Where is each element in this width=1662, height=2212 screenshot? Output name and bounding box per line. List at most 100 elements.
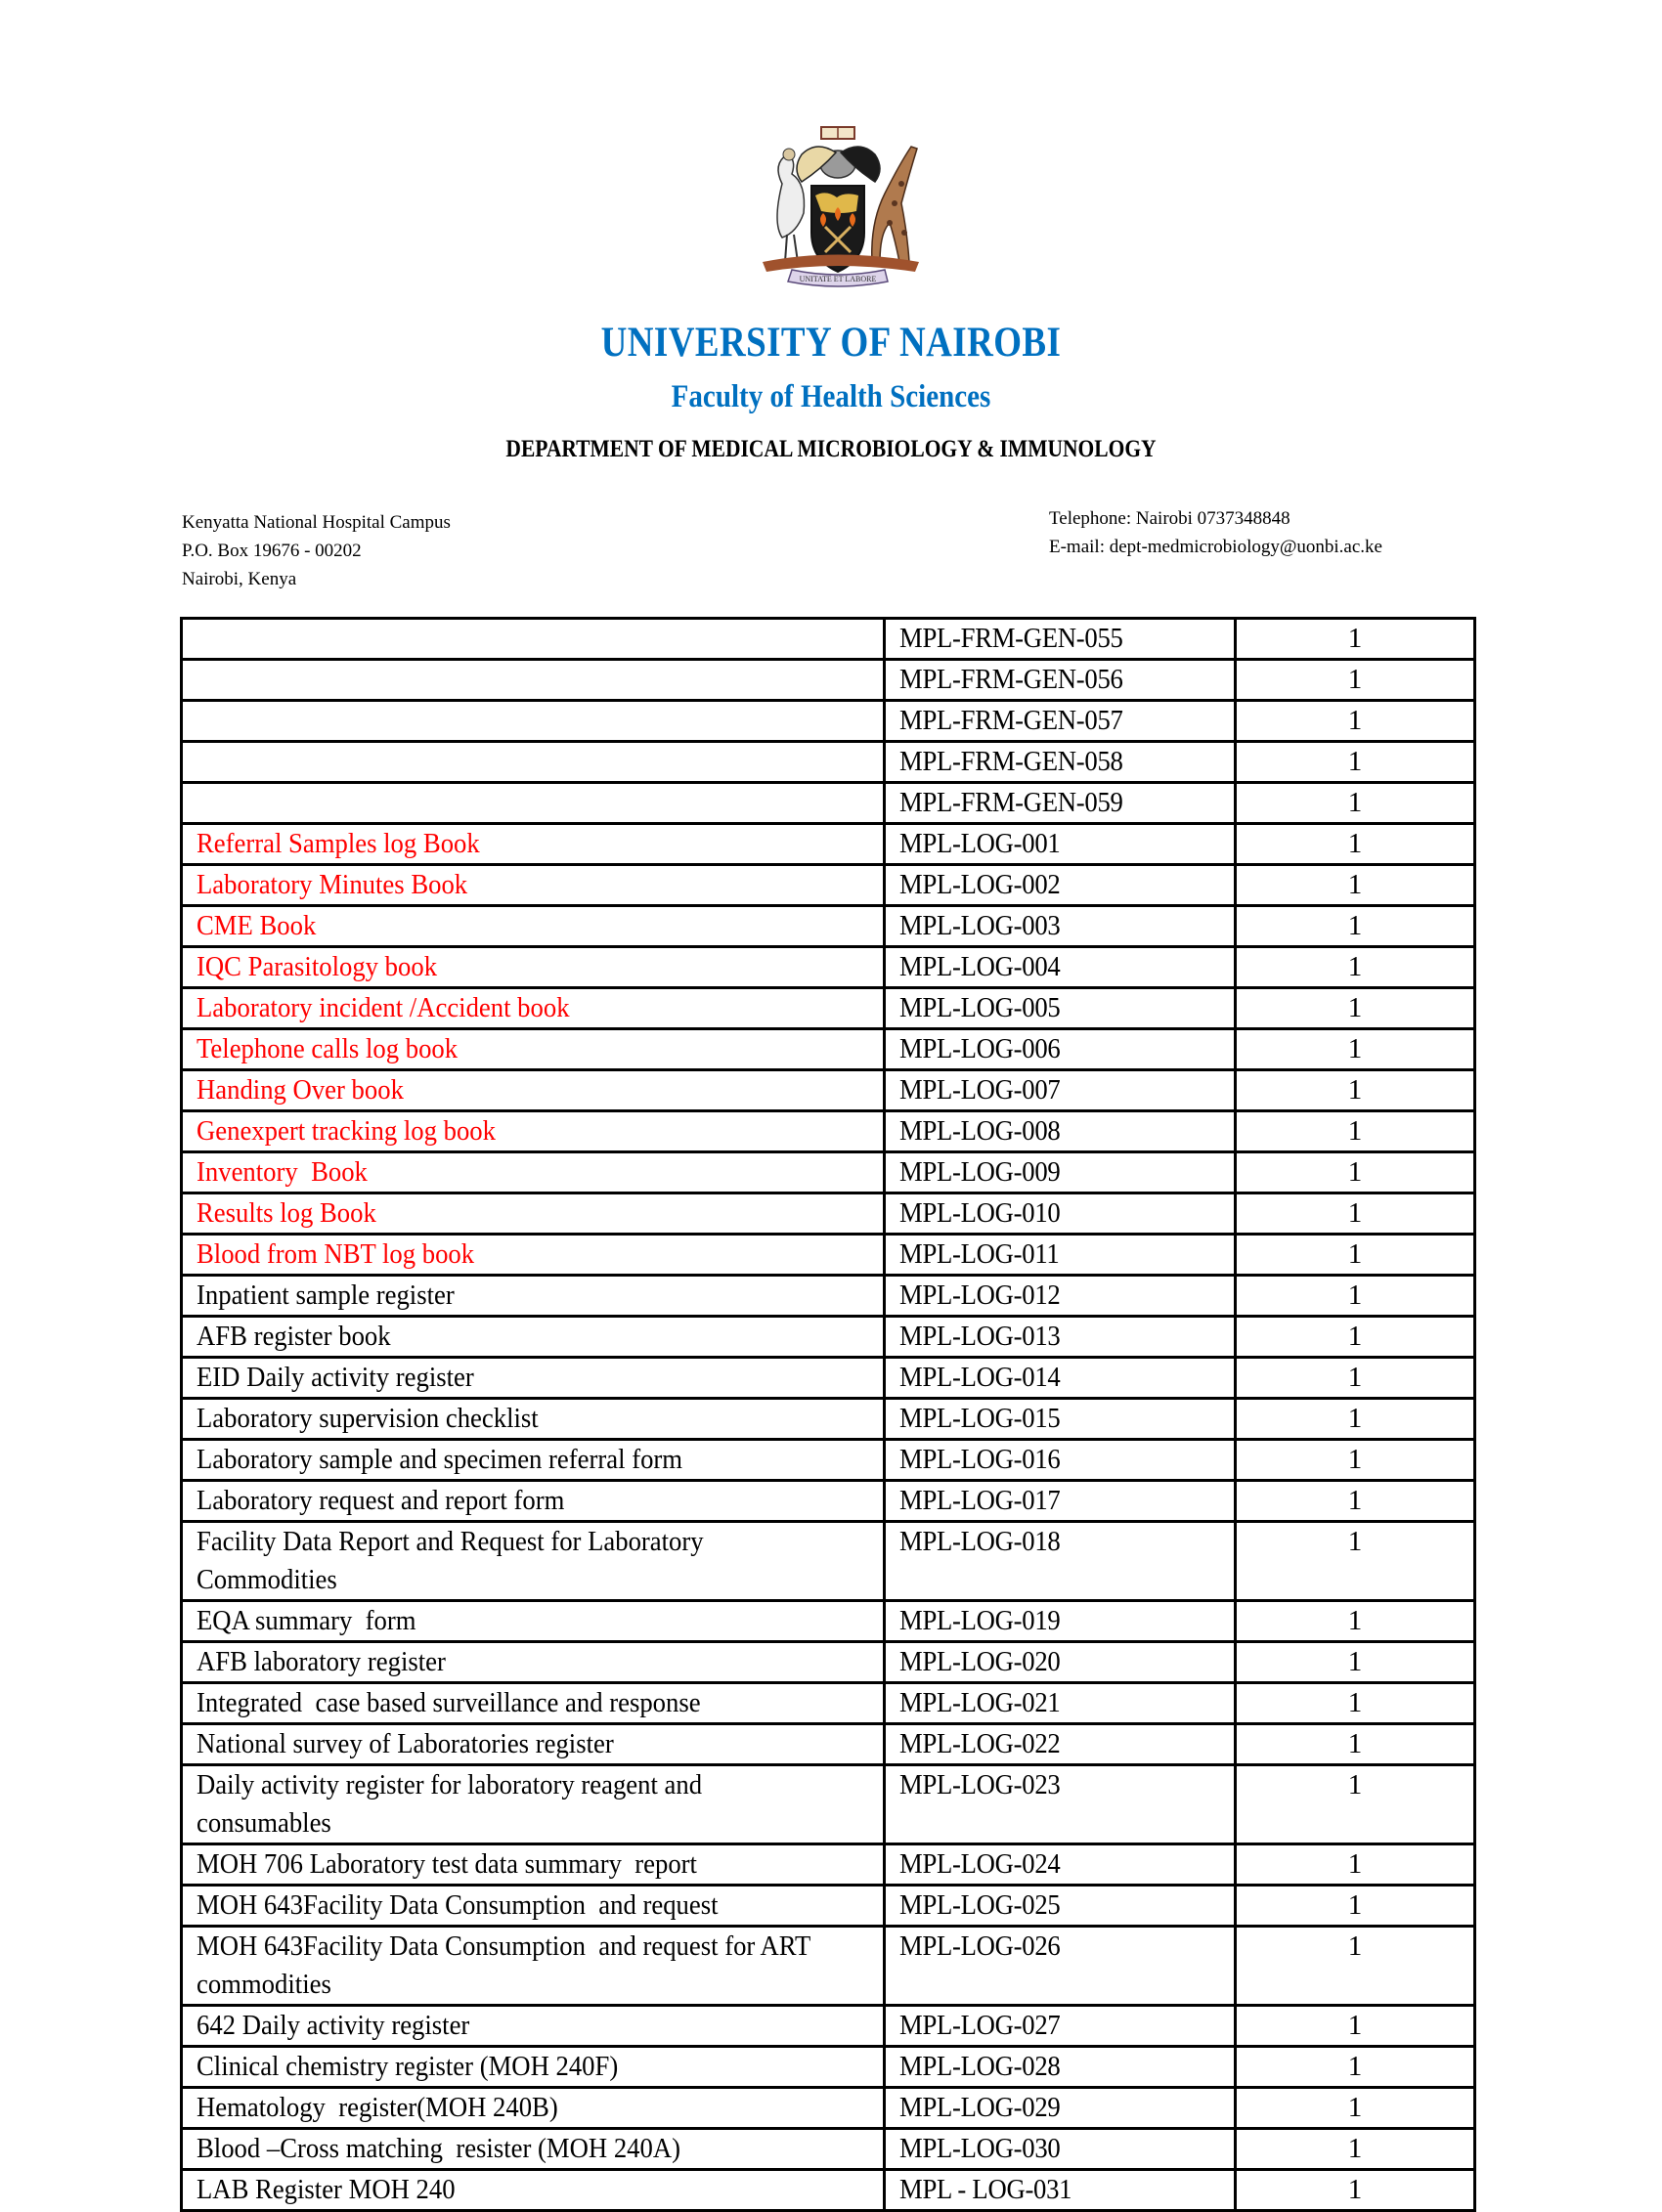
document-name: Blood –Cross matching resister (MOH 240A…	[197, 2133, 681, 2164]
document-name: Inventory Book	[197, 1156, 368, 1188]
table-row: MPL-FRM-GEN-059 1	[180, 781, 1476, 825]
quantity-cell: 1	[1234, 1068, 1476, 1112]
table-row: Laboratory Minutes Book MPL-LOG-002 1	[180, 863, 1476, 907]
quantity-cell: 1	[1234, 658, 1476, 702]
table-row: Handing Over book MPL-LOG-007 1	[180, 1068, 1476, 1112]
document-code: MPL-FRM-GEN-059	[899, 787, 1123, 818]
document-name-cell: Inventory Book	[180, 1150, 886, 1194]
table-row: National survey of Laboratories register…	[180, 1722, 1476, 1766]
document-code-cell: MPL-LOG-014	[883, 1356, 1237, 1400]
table-row: AFB laboratory register MPL-LOG-020 1	[180, 1640, 1476, 1684]
document-name: Facility Data Report and Request for Lab…	[197, 1526, 711, 1595]
quantity-cell: 1	[1234, 1843, 1476, 1887]
document-code-cell: MPL-LOG-019	[883, 1599, 1237, 1643]
document-name: MOH 643Facility Data Consumption and req…	[197, 1930, 817, 2000]
quantity-cell: 1	[1234, 1479, 1476, 1523]
document-code-cell: MPL-LOG-022	[883, 1722, 1237, 1766]
document-name-cell: Laboratory incident /Accident book	[180, 986, 886, 1030]
document-name-cell: LAB Register MOH 240	[180, 2168, 886, 2212]
document-code: MPL-LOG-021	[899, 1687, 1061, 1718]
address-line-pobox: P.O. Box 19676 - 00202	[182, 541, 362, 561]
document-name-cell: Blood from NBT log book	[180, 1233, 886, 1277]
table-row: Referral Samples log Book MPL-LOG-001 1	[180, 822, 1476, 866]
quantity-cell: 1	[1234, 1599, 1476, 1643]
table-row: Blood from NBT log book MPL-LOG-011 1	[180, 1233, 1476, 1277]
address-line-city: Nairobi, Kenya	[182, 569, 297, 589]
document-name: MOH 643Facility Data Consumption and req…	[197, 1889, 719, 1921]
document-code-cell: MPL-LOG-029	[883, 2086, 1237, 2130]
document-name-cell: Referral Samples log Book	[180, 822, 886, 866]
document-name: Hematology register(MOH 240B)	[197, 2092, 558, 2123]
quantity-cell: 1	[1234, 1520, 1476, 1602]
document-code: MPL-LOG-005	[899, 992, 1061, 1023]
document-code: MPL-LOG-025	[899, 1889, 1061, 1921]
document-code: MPL-FRM-GEN-057	[899, 705, 1123, 736]
document-code-cell: MPL-LOG-009	[883, 1150, 1237, 1194]
document-code: MPL-LOG-002	[899, 869, 1061, 900]
table-row: Clinical chemistry register (MOH 240F) MP…	[180, 2045, 1476, 2089]
document-code: MPL-LOG-012	[899, 1279, 1061, 1311]
table-row: Inventory Book MPL-LOG-009 1	[180, 1150, 1476, 1194]
document-name-cell: Laboratory supervision checklist	[180, 1397, 886, 1441]
document-name-cell: 642 Daily activity register	[180, 2004, 886, 2048]
document-name-cell: Results log Book	[180, 1192, 886, 1236]
document-name-cell	[180, 658, 886, 702]
document-name: Laboratory sample and specimen referral …	[197, 1444, 683, 1475]
document-name: Integrated case based surveillance and r…	[197, 1687, 701, 1718]
quantity-cell: 1	[1234, 1027, 1476, 1071]
document-code-cell: MPL-LOG-024	[883, 1843, 1237, 1887]
document-code-cell: MPL-LOG-004	[883, 945, 1237, 989]
quantity-cell: 1	[1234, 2004, 1476, 2048]
document-code: MPL-LOG-028	[899, 2051, 1061, 2082]
table-row: MPL-FRM-GEN-055 1	[180, 617, 1476, 661]
quantity-cell: 1	[1234, 740, 1476, 784]
document-code: MPL-LOG-020	[899, 1646, 1061, 1677]
document-code: MPL-LOG-001	[899, 828, 1061, 859]
document-name-cell: Hematology register(MOH 240B)	[180, 2086, 886, 2130]
document-code-cell: MPL-LOG-006	[883, 1027, 1237, 1071]
table-row: MOH 643Facility Data Consumption and req…	[180, 1884, 1476, 1928]
document-name: Inpatient sample register	[197, 1279, 455, 1311]
document-code: MPL-LOG-009	[899, 1156, 1061, 1188]
document-name: Laboratory supervision checklist	[197, 1403, 539, 1434]
table-row: Facility Data Report and Request for Lab…	[180, 1520, 1476, 1602]
document-name-cell: Genexpert tracking log book	[180, 1109, 886, 1153]
document-code: MPL - LOG-031	[899, 2174, 1072, 2205]
table-row: EQA summary form MPL-LOG-019 1	[180, 1599, 1476, 1643]
crest-motto: UNITATE ET LABORE	[800, 275, 877, 283]
document-name-cell: Inpatient sample register	[180, 1274, 886, 1318]
document-code: MPL-LOG-024	[899, 1848, 1061, 1880]
table-row: LAB Register MOH 240 MPL - LOG-031 1	[180, 2168, 1476, 2212]
document-code-cell: MPL-FRM-GEN-059	[883, 781, 1237, 825]
table-row: MPL-FRM-GEN-058 1	[180, 740, 1476, 784]
table-row: Laboratory supervision checklist MPL-LOG-…	[180, 1397, 1476, 1441]
document-code: MPL-LOG-016	[899, 1444, 1061, 1475]
quantity-cell: 1	[1234, 1925, 1476, 2007]
quantity-cell: 1	[1234, 1681, 1476, 1725]
document-code-cell: MPL-LOG-026	[883, 1925, 1237, 2007]
document-name-cell: National survey of Laboratories register	[180, 1722, 886, 1766]
document-name-cell: Facility Data Report and Request for Lab…	[180, 1520, 886, 1602]
document-name: AFB laboratory register	[197, 1646, 446, 1677]
quantity-cell: 1	[1234, 1356, 1476, 1400]
table-row: Integrated case based surveillance and r…	[180, 1681, 1476, 1725]
table-row: Laboratory incident /Accident book MPL-LO…	[180, 986, 1476, 1030]
table-row: MPL-FRM-GEN-056 1	[180, 658, 1476, 702]
document-name: Laboratory incident /Accident book	[197, 992, 570, 1023]
document-name: Clinical chemistry register (MOH 240F)	[197, 2051, 619, 2082]
document-code-cell: MPL-LOG-018	[883, 1520, 1237, 1602]
document-code-cell: MPL-FRM-GEN-058	[883, 740, 1237, 784]
table-row: Blood –Cross matching resister (MOH 240A…	[180, 2127, 1476, 2171]
quantity-cell: 1	[1234, 781, 1476, 825]
table-row: AFB register book MPL-LOG-013 1	[180, 1315, 1476, 1359]
document-name-cell: Blood –Cross matching resister (MOH 240A…	[180, 2127, 886, 2171]
document-name-cell: Daily activity register for laboratory r…	[180, 1763, 886, 1845]
document-name-cell: Clinical chemistry register (MOH 240F)	[180, 2045, 886, 2089]
document-code-cell: MPL-LOG-013	[883, 1315, 1237, 1359]
document-code: MPL-LOG-027	[899, 2010, 1061, 2041]
table-row: MPL-FRM-GEN-057 1	[180, 699, 1476, 743]
document-code-cell: MPL-FRM-GEN-056	[883, 658, 1237, 702]
document-name: Blood from NBT log book	[197, 1238, 475, 1270]
document-name: IQC Parasitology book	[197, 951, 438, 982]
department-name: DEPARTMENT OF MEDICAL MICROBIOLOGY & IMM…	[505, 436, 1157, 462]
